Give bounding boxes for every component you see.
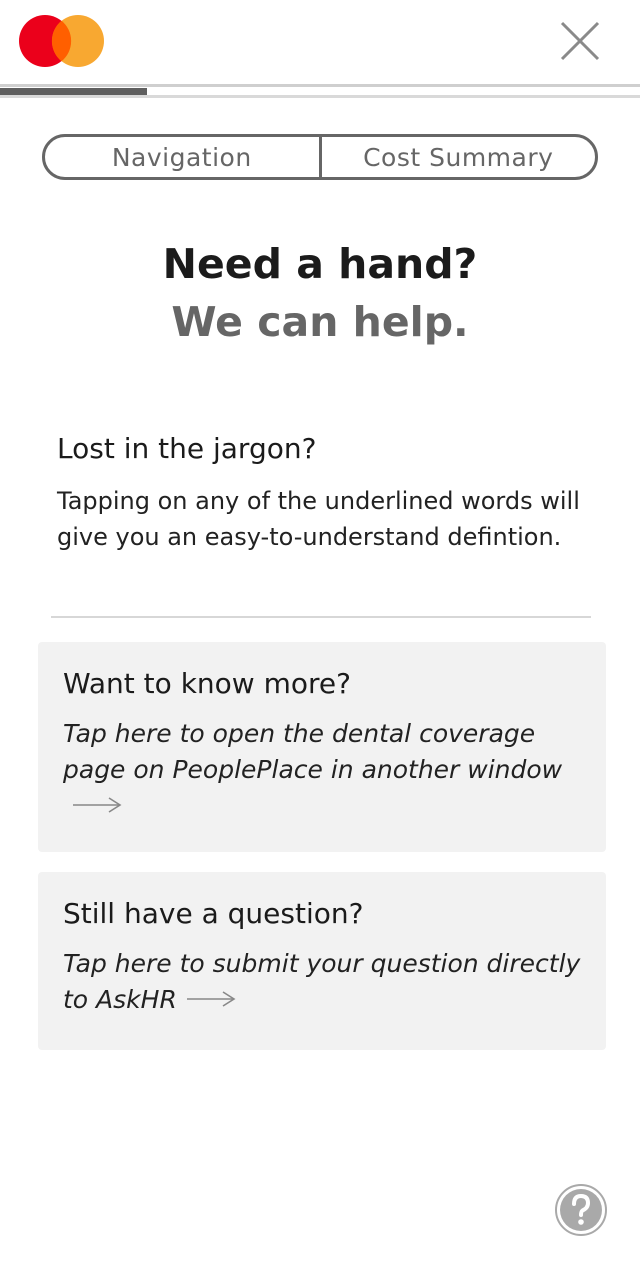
ask-question-card[interactable]: Still have a question? Tap here to submi… <box>38 872 606 1050</box>
arrow-right-icon <box>185 983 237 1019</box>
progress-track-bottom <box>0 95 640 98</box>
know-more-link[interactable]: Tap here to open the dental coverage pag… <box>63 716 582 825</box>
jargon-title: Lost in the jargon? <box>57 432 317 465</box>
question-mark-icon <box>555 1184 607 1236</box>
divider <box>51 616 591 618</box>
ask-question-text: Tap here to submit your question directl… <box>63 949 581 1014</box>
ask-question-link[interactable]: Tap here to submit your question directl… <box>63 946 582 1019</box>
ask-question-title: Still have a question? <box>63 897 364 930</box>
help-button[interactable] <box>554 1183 608 1237</box>
headline-subtitle: We can help. <box>171 298 469 346</box>
tab-switcher: Navigation Cost Summary <box>42 134 598 180</box>
mastercard-logo-icon <box>18 14 106 68</box>
know-more-card[interactable]: Want to know more? Tap here to open the … <box>38 642 606 852</box>
know-more-text: Tap here to open the dental coverage pag… <box>63 719 563 784</box>
close-icon <box>560 21 600 61</box>
arrow-right-icon <box>71 789 123 825</box>
progress-track-top <box>0 84 640 87</box>
headline-title: Need a hand? <box>162 240 478 288</box>
progress-fill <box>0 88 148 95</box>
jargon-body: Tapping on any of the underlined words w… <box>57 487 580 551</box>
tab-cost-summary[interactable]: Cost Summary <box>318 137 596 177</box>
progress-bar <box>0 84 640 100</box>
close-button[interactable] <box>558 19 602 63</box>
tab-navigation[interactable]: Navigation <box>45 137 319 177</box>
know-more-title: Want to know more? <box>63 667 351 700</box>
